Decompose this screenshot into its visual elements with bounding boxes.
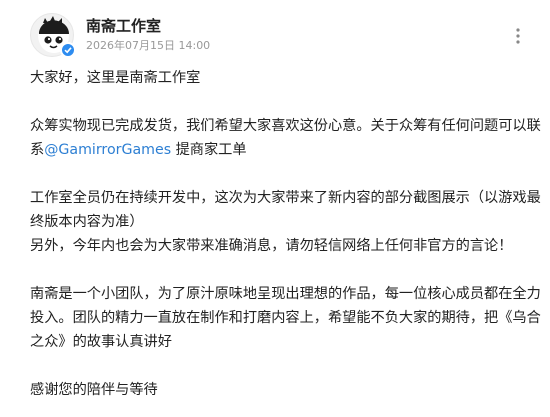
post-header: 南斋工作室 2026年07月15日 14:00 <box>0 0 550 62</box>
more-vertical-icon[interactable] <box>506 24 530 48</box>
development-text: 工作室全员仍在持续开发中，这次为大家带来了新内容的部分截图展示（以游戏最终版本内… <box>30 190 541 230</box>
verified-badge-icon <box>60 42 76 58</box>
author-name[interactable]: 南斋工作室 <box>86 16 161 36</box>
closing-text: 感谢您的陪伴与等待 <box>30 382 158 398</box>
crowdfunding-paragraph: 众筹实物现已完成发货，我们希望大家喜欢这份心意。关于众筹有任何问题可以联系@Ga… <box>30 114 545 162</box>
greeting-text: 大家好，这里是南斋工作室 <box>30 70 201 86</box>
post-content: 大家好，这里是南斋工作室 众筹实物现已完成发货，我们希望大家喜欢这份心意。关于众… <box>30 66 545 402</box>
crowdfunding-tail: 提商家工单 <box>171 142 247 158</box>
mention-link[interactable]: @GamirrorGames <box>44 142 171 158</box>
team-paragraph: 南斋是一个小团队，为了原汁原味地呈现出理想的作品，每一位核心成员都在全力投入。团… <box>30 286 541 350</box>
author-avatar[interactable] <box>30 13 76 58</box>
post-date: 2026年07月15日 14:00 <box>86 39 211 52</box>
announcement-text: 另外，今年内也会为大家带来准确消息，请勿轻信网络上任何非官方的言论！ <box>30 238 513 254</box>
